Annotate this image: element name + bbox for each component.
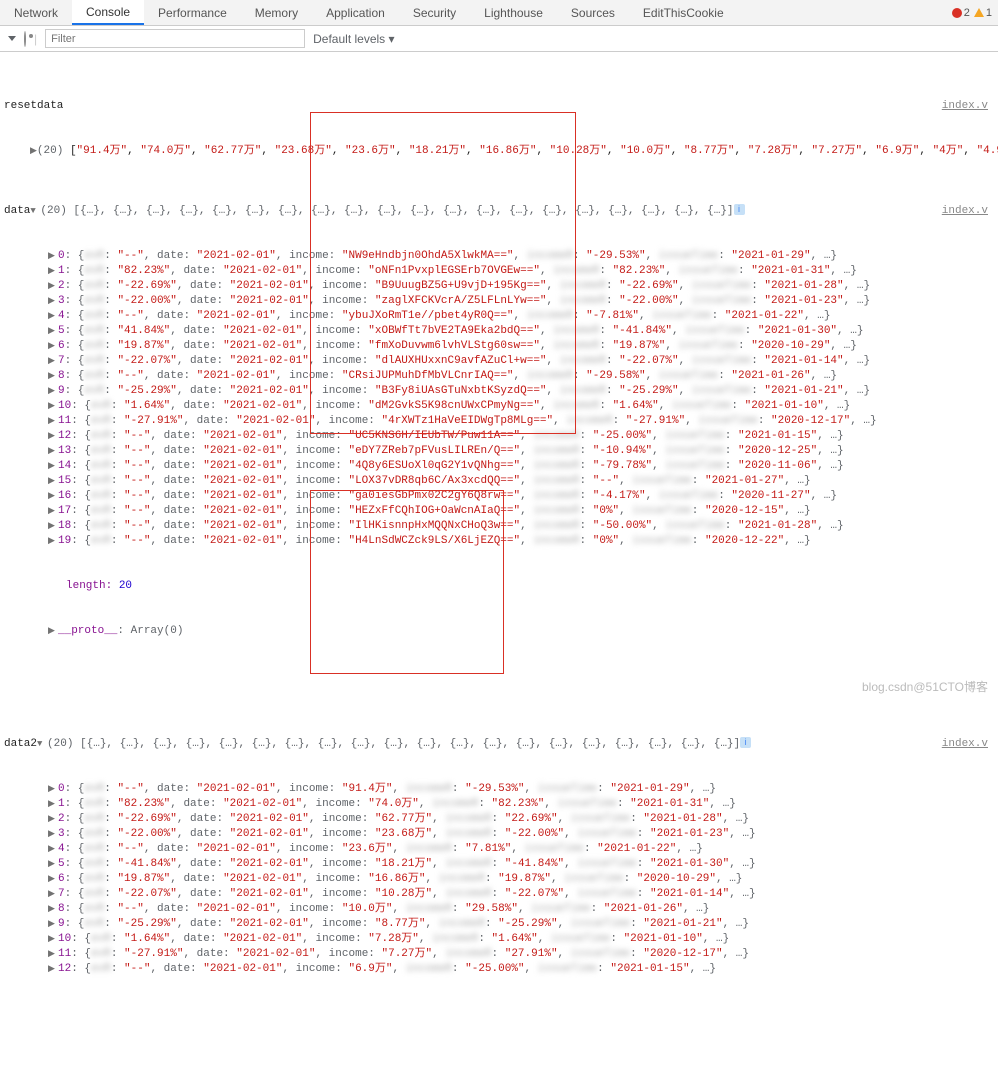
array-item[interactable]: 7: {evR: "-22.07%", date: "2021-02-01", … (4, 887, 994, 902)
array-item[interactable]: 19: {evR: "--", date: "2021-02-01", inco… (4, 534, 994, 549)
tab-sources[interactable]: Sources (557, 0, 629, 25)
array-item[interactable]: 8: {evR: "--", date: "2021-02-01", incom… (4, 902, 994, 917)
array-item[interactable]: 10: {evR: "1.64%", date: "2021-02-01", i… (4, 399, 994, 414)
array-item[interactable]: 8: {evR: "--", date: "2021-02-01", incom… (4, 369, 994, 384)
array-item[interactable]: 0: {evR: "--", date: "2021-02-01", incom… (4, 249, 994, 264)
array-item[interactable]: 9: {evR: "-25.29%", date: "2021-02-01", … (4, 384, 994, 399)
array-item[interactable]: 7: {evR: "-22.07%", date: "2021-02-01", … (4, 354, 994, 369)
array-item[interactable]: 16: {evR: "--", date: "2021-02-01", inco… (4, 489, 994, 504)
source-link[interactable]: index.v (942, 737, 988, 752)
array-item[interactable]: 5: {evR: "-41.84%", date: "2021-02-01", … (4, 857, 994, 872)
array-item[interactable]: 4: {evR: "--", date: "2021-02-01", incom… (4, 309, 994, 324)
array-item[interactable]: 0: {evR: "--", date: "2021-02-01", incom… (4, 782, 994, 797)
tab-memory[interactable]: Memory (241, 0, 312, 25)
array-item[interactable]: 3: {evR: "-22.00%", date: "2021-02-01", … (4, 827, 994, 842)
tab-editthiscookie[interactable]: EditThisCookie (629, 0, 738, 25)
reset-array[interactable]: (20) ["91.4万", "74.0万", "62.77万", "23.68… (4, 144, 994, 159)
tab-network[interactable]: Network (0, 0, 72, 25)
tab-security[interactable]: Security (399, 0, 470, 25)
devtools-tabs: NetworkConsolePerformanceMemoryApplicati… (0, 0, 998, 26)
eye-icon[interactable] (24, 32, 26, 46)
data2-header[interactable]: data2 (20) [{…}, {…}, {…}, {…}, {…}, {…}… (4, 737, 994, 752)
info-icon[interactable]: i (740, 737, 751, 748)
watermark: blog.csdn@51CTO博客 (862, 678, 988, 695)
array-item[interactable]: 1: {evR: "82.23%", date: "2021-02-01", i… (4, 797, 994, 812)
array-item[interactable]: 6: {evR: "19.87%", date: "2021-02-01", i… (4, 872, 994, 887)
array-item[interactable]: 2: {evR: "-22.69%", date: "2021-02-01", … (4, 812, 994, 827)
array-item[interactable]: 5: {evR: "41.84%", date: "2021-02-01", i… (4, 324, 994, 339)
array-item[interactable]: 14: {evR: "--", date: "2021-02-01", inco… (4, 459, 994, 474)
info-icon[interactable]: i (734, 204, 745, 215)
log-resetdata: resetdata (4, 99, 63, 114)
array-item[interactable]: 17: {evR: "--", date: "2021-02-01", inco… (4, 504, 994, 519)
array-item[interactable]: 12: {evR: "--", date: "2021-02-01", inco… (4, 429, 994, 444)
array-item[interactable]: 9: {evR: "-25.29%", date: "2021-02-01", … (4, 917, 994, 932)
array-item[interactable]: 11: {evR: "-27.91%", date: "2021-02-01",… (4, 947, 994, 962)
array-item[interactable]: 1: {evR: "82.23%", date: "2021-02-01", i… (4, 264, 994, 279)
source-link[interactable]: index.v (942, 99, 988, 114)
array-item[interactable]: 15: {evR: "--", date: "2021-02-01", inco… (4, 474, 994, 489)
tab-console[interactable]: Console (72, 0, 144, 25)
tab-performance[interactable]: Performance (144, 0, 241, 25)
filter-input[interactable] (45, 29, 305, 48)
array-item[interactable]: 4: {evR: "--", date: "2021-02-01", incom… (4, 842, 994, 857)
source-link[interactable]: index.v (942, 204, 988, 219)
warning-count[interactable]: 1 (974, 7, 992, 19)
array-item[interactable]: 13: {evR: "--", date: "2021-02-01", inco… (4, 444, 994, 459)
array-item[interactable]: 12: {evR: "--", date: "2021-02-01", inco… (4, 962, 994, 977)
array-item[interactable]: 2: {evR: "-22.69%", date: "2021-02-01", … (4, 279, 994, 294)
console-filter-bar: | Default levels ▾ (0, 26, 998, 52)
sidebar-toggle-icon[interactable] (8, 36, 16, 41)
tab-lighthouse[interactable]: Lighthouse (470, 0, 557, 25)
error-count[interactable]: 2 (952, 7, 970, 19)
data-header[interactable]: data (20) [{…}, {…}, {…}, {…}, {…}, {…},… (4, 204, 994, 219)
array-item[interactable]: 18: {evR: "--", date: "2021-02-01", inco… (4, 519, 994, 534)
array-item[interactable]: 3: {evR: "-22.00%", date: "2021-02-01", … (4, 294, 994, 309)
console-output: resetdata index.v (20) ["91.4万", "74.0万",… (0, 52, 998, 1009)
array-item[interactable]: 6: {evR: "19.87%", date: "2021-02-01", i… (4, 339, 994, 354)
tab-application[interactable]: Application (312, 0, 399, 25)
levels-dropdown[interactable]: Default levels ▾ (313, 32, 394, 46)
array-item[interactable]: 11: {evR: "-27.91%", date: "2021-02-01",… (4, 414, 994, 429)
array-item[interactable]: 10: {evR: "1.64%", date: "2021-02-01", i… (4, 932, 994, 947)
